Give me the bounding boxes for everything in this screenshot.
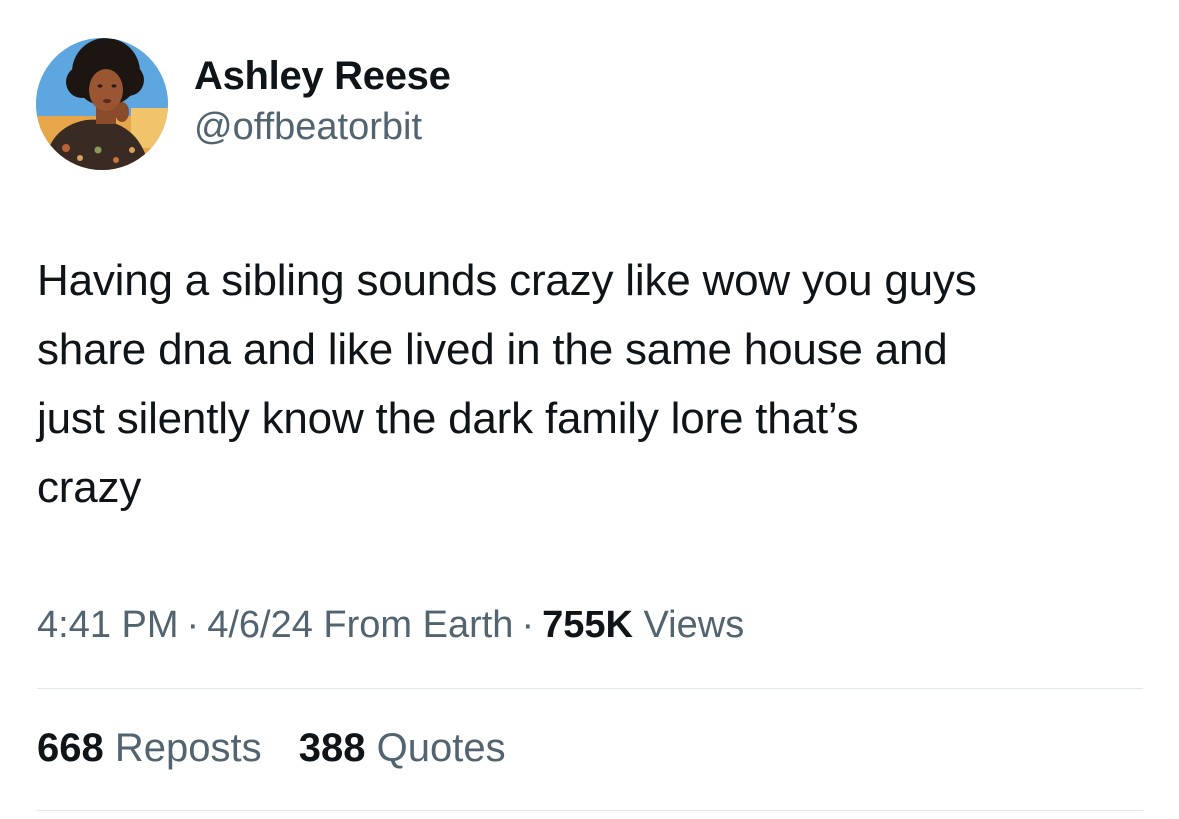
tweet-time[interactable]: 4:41 PM <box>37 604 179 646</box>
tweet-stats: 668 Reposts 388 Quotes <box>37 722 532 774</box>
views-count[interactable]: 755K <box>542 604 633 646</box>
tweet-source: From Earth <box>323 604 514 646</box>
avatar[interactable] <box>36 38 168 170</box>
meta-separator: · <box>521 604 535 646</box>
reposts-label: Reposts <box>114 726 262 770</box>
views-label[interactable]: Views <box>644 604 745 646</box>
tweet-text-line: Having a sibling sounds crazy like wow y… <box>37 256 977 305</box>
tweet-text-line: share dna and like lived in the same hou… <box>37 325 948 374</box>
profile-photo-icon <box>36 38 168 170</box>
author-handle[interactable]: @offbeatorbit <box>194 102 451 152</box>
reposts-stat[interactable]: 668 Reposts <box>37 726 262 770</box>
author-display-name[interactable]: Ashley Reese <box>194 52 451 100</box>
tweet-text-line: just silently know the dark family lore … <box>37 394 859 443</box>
tweet-card: Ashley Reese @offbeatorbit Having a sibl… <box>0 0 1179 819</box>
tweet-meta: 4:41 PM · 4/6/24 From Earth · 755K Views <box>37 600 744 650</box>
quotes-stat[interactable]: 388 Quotes <box>299 726 506 770</box>
quotes-count: 388 <box>298 726 366 770</box>
divider <box>37 810 1143 811</box>
divider <box>37 688 1143 689</box>
tweet-date[interactable]: 4/6/24 <box>207 604 313 646</box>
tweet-text-line: crazy <box>37 463 142 512</box>
reposts-count: 668 <box>37 726 104 770</box>
meta-separator: · <box>186 604 200 646</box>
author-block: Ashley Reese @offbeatorbit <box>194 52 451 152</box>
tweet-text: Having a sibling sounds crazy like wow y… <box>37 246 1147 522</box>
quotes-label: Quotes <box>376 726 506 770</box>
